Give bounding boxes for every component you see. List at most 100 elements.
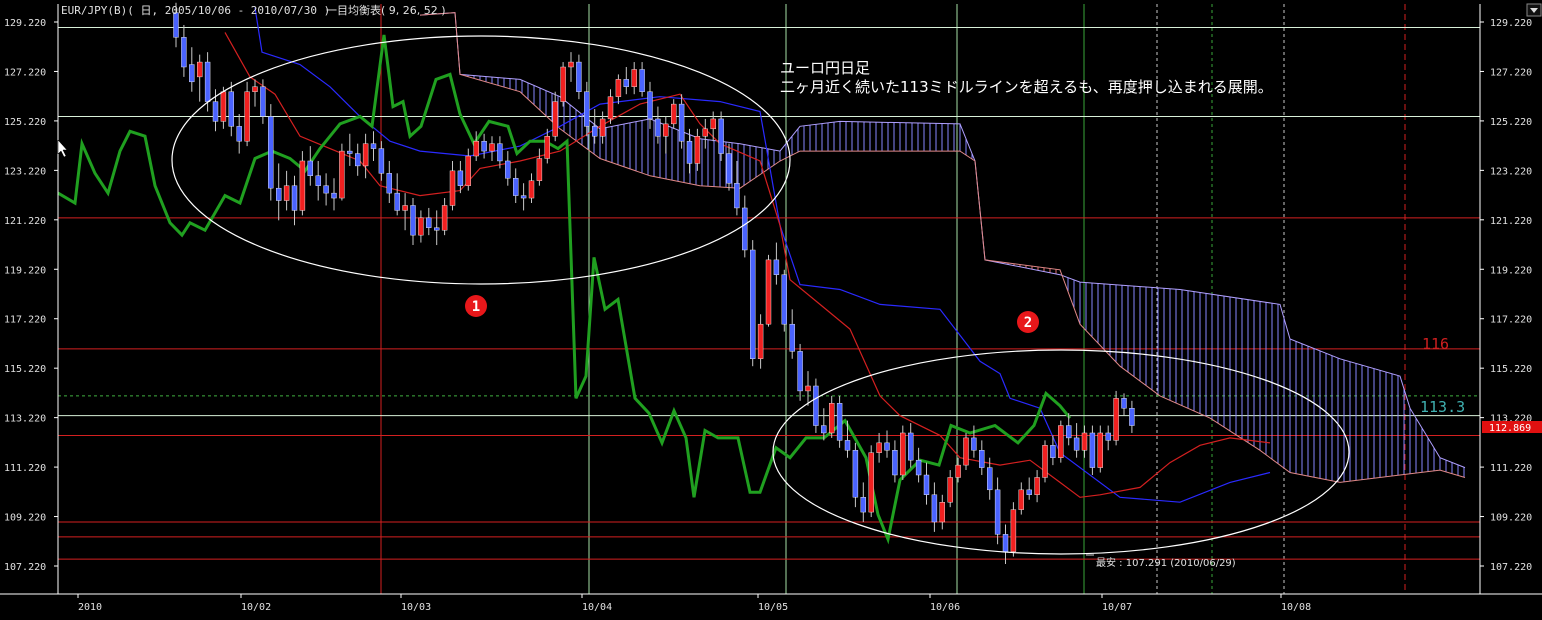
candle-down-body (742, 207, 748, 251)
candle-down-body (520, 195, 527, 199)
candle-down-body (844, 440, 851, 451)
candle-down-body (931, 494, 938, 523)
candle-up-body (1097, 432, 1104, 468)
candle-up-body (418, 217, 424, 236)
candle-up-body (1113, 398, 1119, 441)
candle-down-body (1026, 489, 1032, 495)
candle-down-body (291, 185, 298, 211)
candle-down-body (836, 403, 843, 441)
candle-down-body (734, 183, 740, 209)
candle-down-body (647, 91, 653, 120)
current-price-label: 112.869 (1489, 423, 1531, 434)
candle-up-body (805, 385, 811, 392)
y-tick-label-right: 111.220 (1490, 463, 1532, 474)
candle-up-body (876, 442, 882, 453)
candle-up-body (362, 143, 369, 167)
candle-up-body (449, 170, 456, 206)
candle-down-body (189, 64, 195, 83)
candle-up-body (947, 477, 953, 503)
candle-down-body (576, 61, 582, 92)
y-tick-label-left: 125.220 (4, 117, 46, 128)
candle-down-body (212, 101, 219, 122)
candle-up-body (607, 96, 614, 120)
candle-down-body (908, 432, 914, 461)
y-tick-label-left: 121.220 (4, 216, 46, 227)
annotation-text: 二ヶ月近く続いた113ミドルラインを超えるも、再度押し込まれる展開。 (780, 78, 1273, 96)
y-tick-label-left: 117.220 (4, 315, 46, 326)
candle-up-body (631, 69, 637, 87)
candle-up-body (1018, 489, 1024, 510)
candle-down-body (331, 192, 337, 199)
candle-down-body (426, 217, 432, 228)
candle-down-body (513, 178, 519, 196)
candle-up-body (283, 185, 290, 201)
ichimoku-chart: 129.220 129.220 127.220 127.220 125.220 125.2… (0, 0, 1542, 620)
candle-down-body (1105, 432, 1111, 441)
candle-up-body (299, 160, 306, 211)
x-tick-label: 10/08 (1281, 602, 1311, 613)
candle-up-body (1042, 445, 1048, 478)
x-tick-label: 2010 (78, 602, 102, 613)
candle-down-body (813, 385, 819, 426)
candle-up-body (220, 91, 227, 122)
candle-down-body (347, 150, 353, 154)
candle-down-body (773, 259, 780, 275)
y-tick-label-left: 111.220 (4, 463, 46, 474)
x-tick-label: 10/02 (241, 602, 271, 613)
candle-down-body (276, 187, 282, 201)
candle-up-body (1058, 425, 1064, 458)
annotation-title: ユーロ円日足 (780, 59, 870, 77)
candle-down-body (686, 140, 693, 164)
candle-down-body (884, 442, 890, 451)
y-tick-label-right: 123.220 (1490, 166, 1532, 177)
candle-up-body (402, 205, 408, 211)
candle-up-body (1081, 432, 1088, 451)
x-tick-label: 10/07 (1102, 602, 1132, 613)
candle-down-body (1065, 425, 1072, 439)
y-tick-label-left: 119.220 (4, 265, 46, 276)
candle-up-body (441, 205, 448, 231)
candle-down-body (1129, 408, 1135, 426)
chart-header: EUR/JPY(B)( 日, 2005/10/06 - 2010/07/30 ) (61, 4, 330, 17)
y-tick-label-right: 121.220 (1490, 216, 1532, 227)
candle-down-body (639, 69, 645, 92)
y-tick-label-right: 115.220 (1490, 364, 1532, 375)
candle-up-body (252, 86, 258, 92)
y-tick-label-right: 109.220 (1490, 513, 1532, 524)
candle-down-body (1002, 534, 1009, 552)
candle-down-body (181, 37, 187, 68)
candle-down-body (971, 437, 977, 451)
candle-down-body (1073, 437, 1080, 451)
candle-up-body (1034, 477, 1040, 495)
candle-down-body (781, 274, 787, 325)
candle-up-body (599, 118, 606, 137)
candle-up-body (560, 66, 566, 102)
candle-down-body (204, 61, 211, 102)
candle-up-body (710, 118, 716, 130)
candle-down-body (497, 143, 503, 162)
candle-down-body (994, 489, 1001, 535)
candle-up-body (536, 158, 543, 181)
candle-down-body (457, 170, 464, 186)
candle-up-body (1010, 509, 1017, 552)
candle-down-body (236, 126, 242, 142)
candle-up-body (552, 101, 558, 137)
candle-down-body (655, 118, 661, 137)
y-tick-label-right: 129.220 (1490, 18, 1532, 29)
candle-down-body (1089, 432, 1096, 468)
candle-down-body (678, 103, 685, 142)
candle-down-body (987, 467, 993, 491)
candle-down-body (370, 143, 377, 149)
level-label-116: 116 (1422, 335, 1449, 353)
candle-down-body (355, 153, 361, 167)
y-tick-label-right: 125.220 (1490, 117, 1532, 128)
candle-up-body (465, 155, 471, 186)
candle-up-body (868, 452, 874, 513)
candle-down-body (307, 160, 313, 177)
candle-down-body (410, 205, 416, 236)
candle-down-body (852, 450, 859, 498)
candle-down-body (228, 91, 235, 127)
x-tick-label: 10/04 (582, 602, 612, 613)
y-tick-label-right: 119.220 (1490, 265, 1532, 276)
x-tick-label: 10/05 (758, 602, 788, 613)
